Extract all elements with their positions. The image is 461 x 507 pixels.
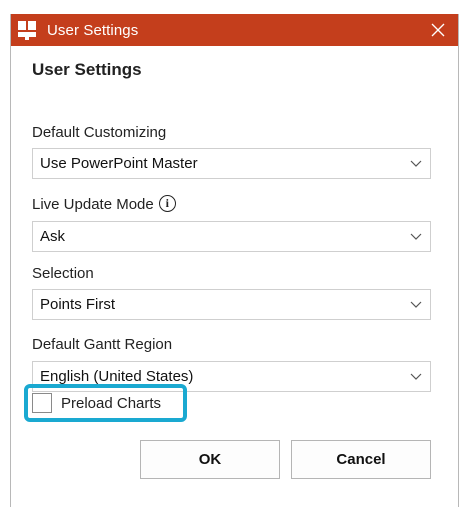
info-icon[interactable]: i: [158, 195, 176, 212]
chevron-down-icon: [402, 289, 430, 320]
ok-button[interactable]: OK: [140, 440, 280, 479]
chevron-down-icon: [402, 221, 430, 252]
close-icon: [431, 19, 445, 41]
selection-value: Points First: [40, 296, 116, 313]
default-customizing-value: Use PowerPoint Master: [40, 155, 198, 172]
cancel-button[interactable]: Cancel: [291, 440, 431, 479]
selection-label: Selection: [32, 265, 94, 282]
preload-charts-label: Preload Charts: [61, 394, 162, 412]
live-update-mode-label-row: Live Update Mode i: [32, 195, 176, 213]
default-customizing-label: Default Customizing: [32, 124, 167, 141]
preload-charts-option[interactable]: Preload Charts: [32, 392, 161, 414]
title-bar: User Settings: [11, 14, 458, 46]
dialog-heading: User Settings: [32, 60, 142, 79]
chevron-down-icon: [402, 148, 430, 179]
live-update-mode-value: Ask: [40, 228, 66, 245]
preload-charts-checkbox[interactable]: [32, 393, 52, 413]
selection-select[interactable]: Points First: [32, 289, 431, 320]
live-update-mode-label: Live Update Mode: [32, 196, 154, 213]
window-title: User Settings: [47, 21, 139, 39]
live-update-mode-select[interactable]: Ask: [32, 221, 431, 252]
user-settings-dialog: User Settings: [10, 14, 459, 507]
powerpoint-addin-icon: [17, 19, 39, 41]
default-customizing-select[interactable]: Use PowerPoint Master: [32, 148, 431, 179]
chevron-down-icon: [402, 361, 430, 392]
close-button[interactable]: [418, 14, 458, 46]
default-gantt-region-label: Default Gantt Region: [32, 336, 173, 353]
default-gantt-region-value: English (United States): [40, 368, 194, 385]
